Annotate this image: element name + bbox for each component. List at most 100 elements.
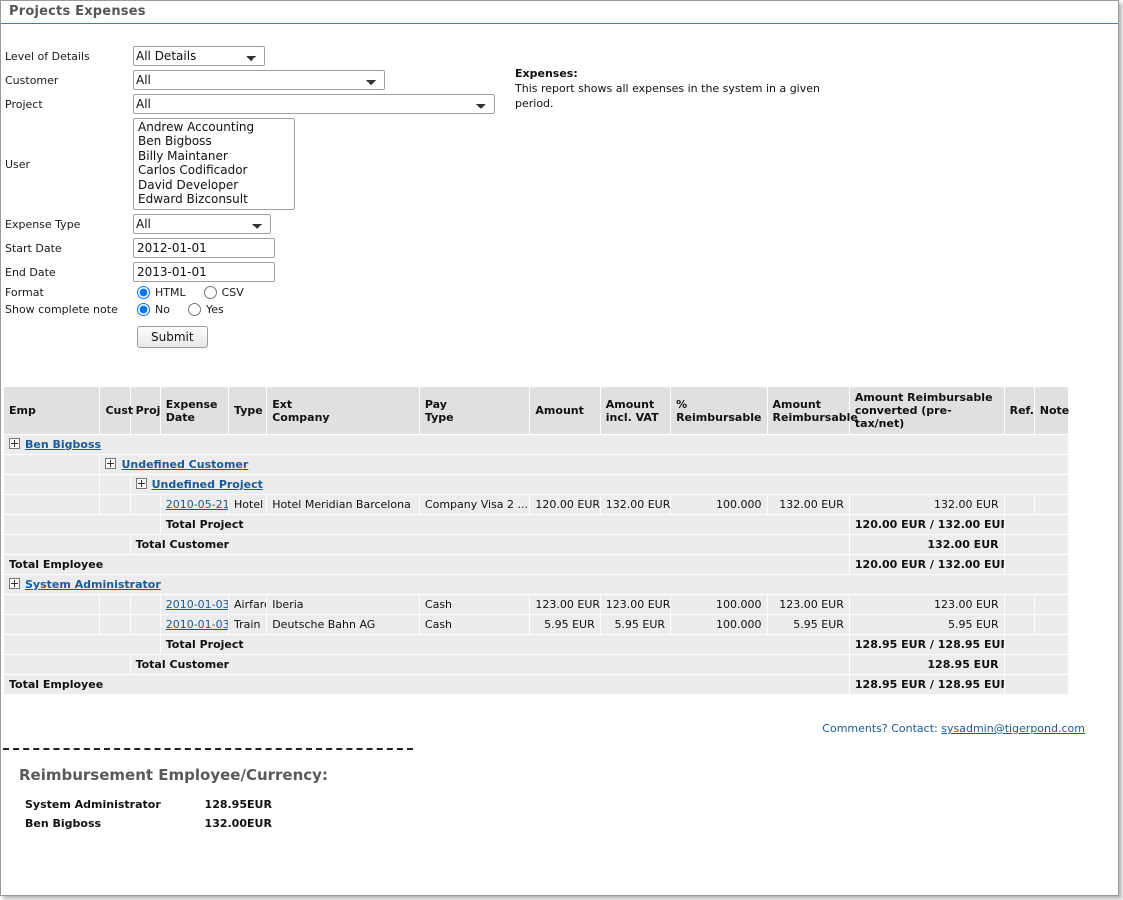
- user-option[interactable]: Andrew Accounting: [136, 120, 294, 134]
- customer-select[interactable]: All: [133, 70, 385, 90]
- reimbursement-row: Ben Bigboss 132.00 EUR: [25, 814, 272, 833]
- show-note-label-no[interactable]: No: [155, 303, 170, 316]
- expand-plus-icon[interactable]: [9, 438, 20, 449]
- expenses-report-table: Emp Cust Proj Expense Date Type Ext Comp…: [2, 386, 1070, 695]
- employee-link[interactable]: Ben Bigboss: [25, 438, 101, 451]
- show-note-label-yes[interactable]: Yes: [206, 303, 224, 316]
- expand-plus-icon[interactable]: [9, 578, 20, 589]
- contact-email-link[interactable]: sysadmin@tigerpond.com: [941, 722, 1085, 735]
- end-date-input[interactable]: [133, 262, 275, 282]
- cell-ext-company: Deutsche Bahn AG: [266, 614, 420, 635]
- cell-note: [1033, 494, 1070, 515]
- user-option[interactable]: Carlos Codificador: [136, 163, 294, 177]
- cell-proj: [129, 614, 161, 635]
- user-option[interactable]: David Developer: [136, 178, 294, 192]
- label-project: Project: [5, 97, 43, 111]
- total-customer-value: 132.00 EUR: [848, 534, 1005, 555]
- spacer-cell: [1003, 634, 1070, 655]
- employee-link[interactable]: System Administrator: [25, 578, 161, 591]
- level-of-details-select[interactable]: All Details: [133, 46, 265, 66]
- cell-expense-date[interactable]: 2010-05-21: [159, 494, 230, 515]
- format-label-html[interactable]: HTML: [155, 286, 186, 299]
- col-amount-reimbursable: Amount Reimbursable: [766, 386, 858, 435]
- customer-link[interactable]: Undefined Customer: [121, 458, 248, 471]
- format-radio-csv[interactable]: [203, 286, 217, 299]
- form-row-customer: Customer All: [5, 68, 499, 92]
- project-select[interactable]: All: [133, 94, 495, 114]
- cell-amount-reimbursable: 5.95 EUR: [766, 614, 850, 635]
- expense-date-link[interactable]: 2010-05-21: [166, 498, 228, 511]
- format-radio-html[interactable]: [137, 286, 150, 299]
- expense-date-link[interactable]: 2010-01-03: [166, 618, 228, 631]
- total-customer-label: Total Customer: [129, 654, 850, 675]
- col-amount-vat-line2: incl. VAT: [605, 410, 659, 424]
- report-table-zone: Emp Cust Proj Expense Date Type Ext Comp…: [1, 386, 1118, 695]
- col-pay-type: Pay Type: [418, 386, 531, 435]
- cell-expense-date[interactable]: 2010-01-03: [159, 594, 230, 615]
- submit-button[interactable]: Submit: [137, 326, 208, 348]
- project-group-cell[interactable]: Undefined Project: [129, 474, 1070, 495]
- customer-group-row: Undefined Customer: [2, 454, 1069, 475]
- cell-pay-type: Cash: [418, 594, 531, 615]
- cell-ref: [1003, 614, 1035, 635]
- user-option[interactable]: Billy Maintaner: [136, 149, 294, 163]
- contact-prefix: Comments? Contact:: [822, 722, 938, 735]
- user-option[interactable]: Ben Bigboss: [136, 134, 294, 148]
- expense-date-link[interactable]: 2010-01-03: [166, 598, 228, 611]
- customer-group-cell[interactable]: Undefined Customer: [99, 454, 1069, 475]
- report-description-body: This report shows all expenses in the sy…: [515, 82, 820, 110]
- project-link[interactable]: Undefined Project: [152, 478, 263, 491]
- show-note-radio-yes[interactable]: [187, 303, 201, 316]
- page-title-bar: Projects Expenses: [1, 1, 1118, 24]
- total-project-row: Total Project 120.00 EUR / 132.00 EUR: [3, 514, 1070, 535]
- employee-group-cell[interactable]: System Administrator: [3, 574, 1069, 595]
- col-amount-converted: Amount Reimbursable converted (pre-tax/n…: [848, 386, 1005, 435]
- col-ext-company-line2: Company: [272, 410, 330, 424]
- expense-type-select[interactable]: All: [133, 214, 271, 234]
- expand-plus-icon[interactable]: [105, 458, 117, 469]
- col-ext-company: Ext Company: [266, 386, 420, 435]
- report-description: Expenses: This report shows all expenses…: [515, 66, 845, 111]
- total-employee-label: Total Employee: [3, 554, 850, 575]
- total-employee-label: Total Employee: [3, 674, 850, 695]
- cell-amount-incl-vat: 5.95 EUR: [599, 614, 672, 635]
- form-row-project: Project All: [5, 92, 499, 116]
- expand-plus-icon[interactable]: [135, 478, 147, 489]
- form-row-level-of-details: Level of Details All Details: [5, 44, 499, 68]
- report-header-row: Emp Cust Proj Expense Date Type Ext Comp…: [2, 386, 1069, 435]
- cell-pay-type: Company Visa 2 ...: [418, 494, 531, 515]
- col-emp: Emp: [2, 386, 101, 435]
- cell-ext-company: Hotel Meridian Barcelona: [266, 494, 420, 515]
- total-project-value: 128.95 EUR / 128.95 EUR: [848, 634, 1005, 655]
- col-ref: Ref.: [1003, 386, 1035, 435]
- form-row-end-date: End Date: [5, 260, 499, 284]
- start-date-input[interactable]: [133, 238, 275, 258]
- user-option[interactable]: Edward Bizconsult: [136, 192, 294, 206]
- label-show-complete-note: Show complete note: [5, 303, 118, 316]
- page-title: Projects Expenses: [9, 4, 146, 19]
- table-row: 2010-01-03 Airfare Iberia Cash 123.00 EU…: [2, 594, 1070, 615]
- col-expense-date-line2: Date: [165, 410, 195, 424]
- cell-expense-date[interactable]: 2010-01-03: [159, 614, 230, 635]
- reimbursement-amount: 128.95: [204, 798, 247, 811]
- cell-pct-reimbursable: 100.000: [670, 494, 768, 515]
- show-note-radio-no[interactable]: [137, 303, 150, 316]
- spacer-cell: [1003, 654, 1070, 675]
- cell-amount-converted: 132.00 EUR: [848, 494, 1005, 515]
- col-amount-conv-line2: converted (pre-tax/net): [854, 404, 952, 430]
- col-ext-company-line1: Ext: [272, 397, 293, 411]
- user-listbox[interactable]: Andrew Accounting Ben Bigboss Billy Main…: [133, 118, 295, 210]
- total-employee-value: 128.95 EUR / 128.95 EUR: [848, 674, 1005, 695]
- reimbursement-row: System Administrator 128.95 EUR: [25, 795, 272, 814]
- employee-group-cell[interactable]: Ben Bigboss: [3, 434, 1069, 455]
- total-customer-value: 128.95 EUR: [848, 654, 1005, 675]
- col-pct-reimbursable: % Reimbursable: [670, 386, 768, 435]
- label-level-of-details: Level of Details: [5, 49, 90, 63]
- format-label-csv[interactable]: CSV: [222, 286, 244, 299]
- label-format: Format: [5, 286, 44, 299]
- cell-pay-type: Cash: [418, 614, 531, 635]
- cell-amount-converted: 5.95 EUR: [848, 614, 1005, 635]
- total-employee-value: 120.00 EUR / 132.00 EUR: [848, 554, 1005, 575]
- cell-pct-reimbursable: 100.000: [670, 614, 768, 635]
- table-row: 2010-01-03 Train Deutsche Bahn AG Cash 5…: [2, 614, 1070, 635]
